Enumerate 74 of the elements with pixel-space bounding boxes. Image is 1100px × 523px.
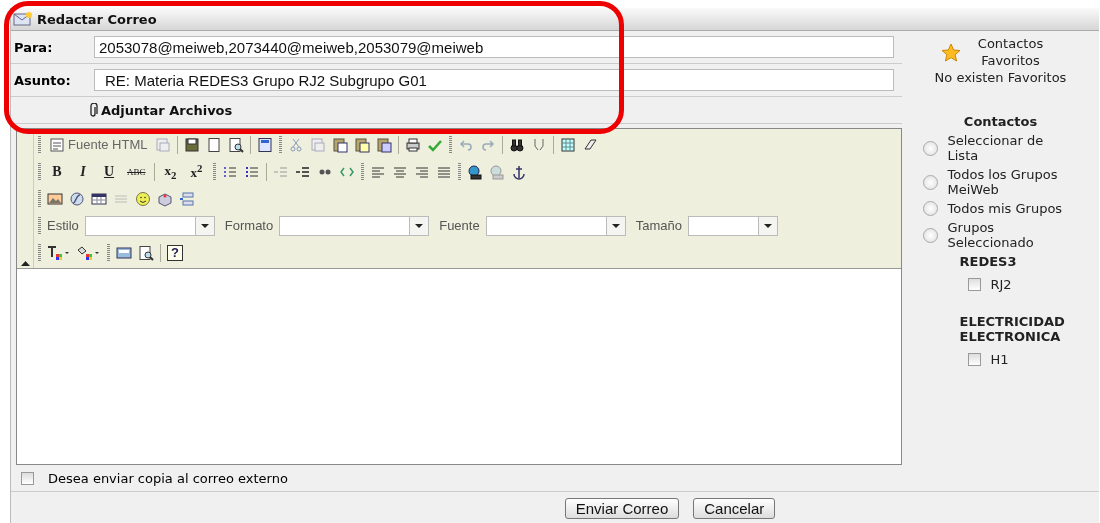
to-field[interactable]: 2053078@meiweb,2073440@meiweb,2053079@meiweb xyxy=(94,36,894,58)
help-button[interactable]: ? xyxy=(167,244,183,261)
format-button[interactable]: B xyxy=(47,163,67,180)
favorites-title: Contactos Favoritos xyxy=(976,35,1045,69)
dropdown-field[interactable] xyxy=(687,215,778,236)
group-name: REDES3 xyxy=(959,254,1018,269)
format-button[interactable]: x$_{2}$ xyxy=(160,162,181,181)
paperclip-icon xyxy=(89,103,98,117)
preview-icon[interactable] xyxy=(228,136,245,153)
to-label: Para: xyxy=(14,39,54,55)
dropdown-field[interactable] xyxy=(485,215,626,236)
binoculars-icon[interactable] xyxy=(509,136,526,153)
attach-files-link[interactable]: Adjuntar Archivos xyxy=(101,102,233,118)
new-page-icon[interactable] xyxy=(206,136,223,153)
window-title: Redactar Correo xyxy=(37,11,157,27)
format-button[interactable]: U xyxy=(99,163,119,180)
caret-icon xyxy=(763,223,772,228)
combo-label: Fuente xyxy=(439,218,480,233)
radio-button[interactable] xyxy=(922,174,938,190)
format-button[interactable]: I xyxy=(73,163,93,180)
checkbox[interactable] xyxy=(967,278,981,291)
option-label: Seleccionar de Lista xyxy=(947,133,1045,163)
background-color-icon[interactable] xyxy=(77,244,101,261)
paste-word-icon[interactable] xyxy=(376,136,393,153)
radio-button[interactable] xyxy=(922,140,938,156)
star-icon xyxy=(940,42,961,62)
combo-label: Formato xyxy=(224,218,274,233)
page-break-icon[interactable] xyxy=(179,190,195,207)
caret-icon xyxy=(415,223,424,228)
external-copy-label: Desea enviar copia al correo externo xyxy=(48,470,288,486)
option-label: Todos los Grupos MeiWeb xyxy=(947,167,1059,197)
subject-label: Asunto: xyxy=(14,72,72,88)
source-button[interactable]: Fuente HTML xyxy=(47,136,150,153)
subject-field[interactable]: RE: Materia REDES3 Grupo RJ2 Subgrupo G01 xyxy=(94,69,894,91)
maximize-icon[interactable] xyxy=(116,244,132,261)
select-all-icon[interactable] xyxy=(560,136,577,153)
send-button[interactable]: Enviar Correo xyxy=(564,498,680,519)
radio-button[interactable] xyxy=(922,227,938,243)
checkbox[interactable] xyxy=(21,471,34,485)
caret-icon xyxy=(200,223,209,228)
format-button[interactable]: x$^{2}$ xyxy=(186,161,207,182)
smiley-icon[interactable] xyxy=(135,190,151,207)
paste-icon[interactable] xyxy=(332,136,349,153)
save-icon[interactable] xyxy=(184,136,201,153)
subgroup-label: H1 xyxy=(990,352,1009,367)
group-name: ELECTRICIDAD ELECTRONICA xyxy=(959,314,1066,344)
option-label: Grupos Seleccionado xyxy=(947,220,1035,250)
image-icon[interactable] xyxy=(47,190,63,207)
combo-label: Tamaño xyxy=(635,218,682,233)
checkbox[interactable] xyxy=(967,353,981,366)
table-icon[interactable] xyxy=(91,190,107,207)
eraser-icon[interactable] xyxy=(582,136,599,153)
radio-button[interactable] xyxy=(922,201,938,216)
envelope-icon xyxy=(13,11,33,27)
anchor-icon[interactable] xyxy=(510,163,527,180)
option-label: Todos mis Grupos xyxy=(947,201,1064,216)
cut-icon[interactable] xyxy=(288,136,305,153)
dropdown-field[interactable] xyxy=(84,215,215,236)
text-color-icon[interactable] xyxy=(47,244,71,261)
show-blocks-icon[interactable] xyxy=(138,244,154,261)
template-icon[interactable] xyxy=(257,136,274,153)
caret-icon xyxy=(611,223,620,228)
favorites-empty-text: No existen Favoritos xyxy=(934,69,1067,86)
print-icon[interactable] xyxy=(405,136,422,153)
paste-text-icon[interactable] xyxy=(354,136,371,153)
cancel-button[interactable]: Cancelar xyxy=(693,498,776,519)
combo-label: Estilo xyxy=(47,218,79,233)
collapse-icon[interactable] xyxy=(20,260,30,266)
dropdown-field[interactable] xyxy=(279,215,430,236)
contacts-title: Contactos xyxy=(963,114,1038,129)
document-icon xyxy=(49,136,65,153)
subgroup-label: RJ2 xyxy=(990,277,1012,292)
format-button[interactable]: ABC xyxy=(125,166,148,177)
source-label: Fuente HTML xyxy=(68,137,148,152)
